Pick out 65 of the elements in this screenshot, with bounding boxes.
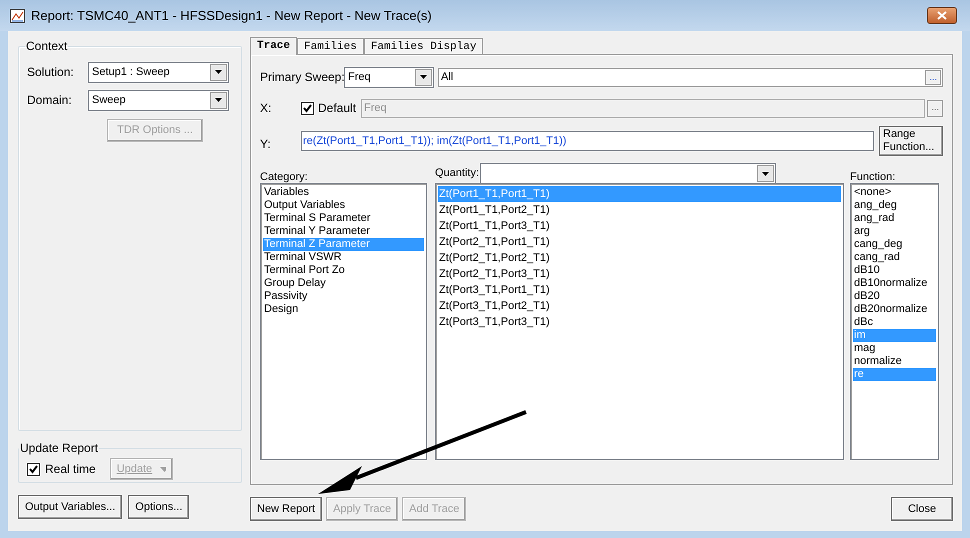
window-title: Report: TSMC40_ANT1 - HFSSDesign1 - New Report - New Trace(s): [31, 6, 433, 25]
field-label: Domain:: [27, 92, 73, 109]
field-label: Solution:: [27, 64, 75, 81]
range-function-button[interactable]: Range Function...: [879, 126, 943, 156]
group-title: Context: [25, 38, 68, 55]
tab[interactable]: Families: [297, 38, 364, 54]
checkbox-label: Default: [318, 100, 356, 117]
browse-button[interactable]: ...: [925, 70, 941, 84]
list-item[interactable]: ang_deg: [853, 199, 936, 212]
button[interactable]: Options...: [128, 495, 190, 519]
list-item[interactable]: Terminal Port Zo: [263, 264, 424, 277]
list-item[interactable]: dB20normalize: [853, 303, 936, 316]
report-icon: [10, 8, 25, 22]
field-label: Primary Sweep:: [260, 69, 342, 86]
y-expression-field[interactable]: re(Zt(Port1_T1,Port1_T1)); im(Zt(Port1_T1,Port1_T1)): [301, 131, 874, 151]
list-item[interactable]: Terminal Y Parameter: [263, 225, 424, 238]
list-item[interactable]: mag: [853, 342, 936, 355]
list-item[interactable]: Zt(Port2_T1,Port2_T1): [438, 250, 841, 266]
checkbox[interactable]: [301, 102, 314, 114]
close-button[interactable]: [927, 7, 957, 24]
list-item[interactable]: arg: [853, 225, 936, 238]
caret-icon: [160, 466, 166, 472]
checkbox[interactable]: [27, 462, 40, 476]
browse-button[interactable]: ...: [927, 100, 943, 116]
button[interactable]: New Report: [250, 497, 322, 521]
field-label: X:: [260, 100, 272, 117]
list-item[interactable]: normalize: [853, 355, 936, 368]
list-item[interactable]: Output Variables: [263, 199, 424, 212]
list-item[interactable]: dBc: [853, 316, 936, 329]
list-item[interactable]: Zt(Port2_T1,Port1_T1): [438, 234, 841, 250]
list-item[interactable]: dB10: [853, 264, 936, 277]
dropdown[interactable]: Freq: [344, 66, 434, 88]
list-item[interactable]: Group Delay: [263, 277, 424, 290]
close-icon: [937, 11, 947, 20]
checkbox-label: Real time: [45, 461, 96, 478]
list-item[interactable]: Zt(Port3_T1,Port1_T1): [438, 282, 841, 298]
list-item[interactable]: Zt(Port1_T1,Port3_T1): [438, 218, 841, 234]
list-label: Category:: [260, 170, 309, 183]
field-label: Y:: [260, 136, 272, 153]
tab[interactable]: Trace: [250, 37, 298, 55]
dropdown[interactable]: Sweep: [88, 90, 229, 110]
list-item[interactable]: Zt(Port1_T1,Port2_T1): [438, 202, 841, 218]
list-item[interactable]: cang_rad: [853, 251, 936, 264]
list-item[interactable]: dB10normalize: [853, 277, 936, 290]
button[interactable]: Close: [891, 497, 953, 521]
list-item[interactable]: Zt(Port2_T1,Port3_T1): [438, 266, 841, 282]
list-item[interactable]: Terminal S Parameter: [263, 212, 424, 225]
list-item[interactable]: Terminal VSWR: [263, 251, 424, 264]
button[interactable]: Output Variables...: [18, 495, 122, 519]
list-item[interactable]: cang_deg: [853, 238, 936, 251]
quantity-filter-dropdown[interactable]: [480, 163, 776, 184]
list-label: Function:: [850, 170, 896, 183]
list-label: Quantity:: [435, 166, 480, 182]
list-item[interactable]: ang_rad: [853, 212, 936, 225]
list-item[interactable]: Passivity: [263, 290, 424, 303]
list-item[interactable]: Zt(Port3_T1,Port2_T1): [438, 298, 841, 314]
list-item[interactable]: Design: [263, 303, 424, 316]
list-item[interactable]: Zt(Port3_T1,Port3_T1): [438, 314, 841, 330]
tab[interactable]: Families Display: [364, 38, 484, 54]
list-item[interactable]: dB20: [853, 290, 936, 303]
list-item[interactable]: Variables: [263, 186, 424, 199]
sweep-range-field[interactable]: All ...: [438, 68, 943, 86]
dropdown[interactable]: Setup1 : Sweep: [88, 62, 229, 82]
group-title: Update Report: [19, 440, 100, 457]
list-item[interactable]: <none>: [853, 186, 936, 199]
